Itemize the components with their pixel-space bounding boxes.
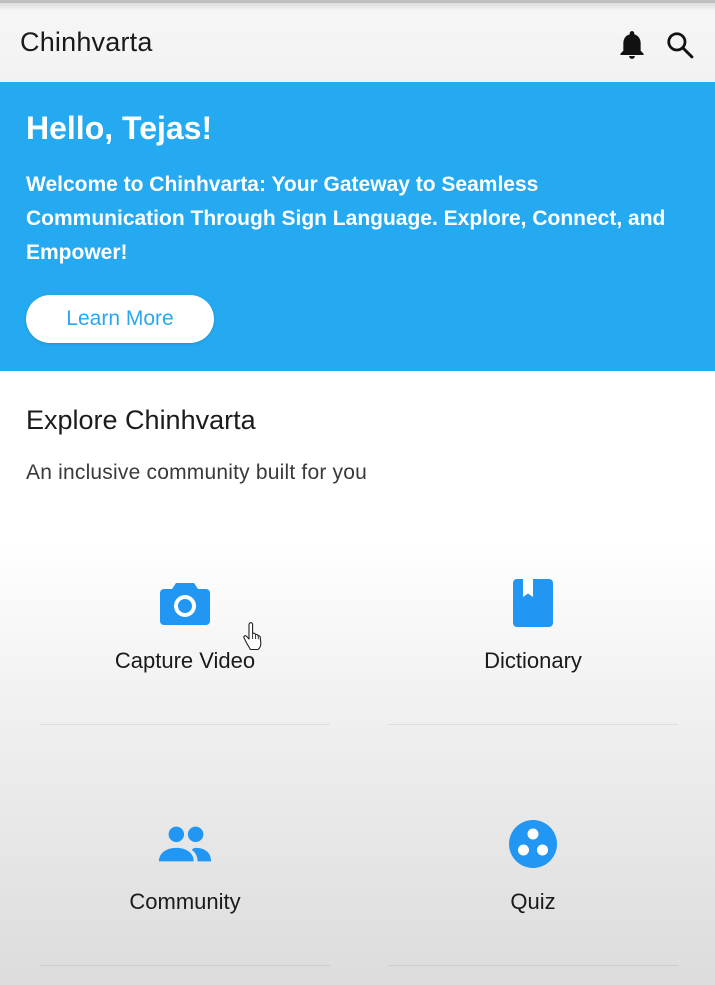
feature-label: Capture Video xyxy=(114,648,256,673)
app-bar: Chinhvarta xyxy=(0,0,715,82)
feature-card-capture-video[interactable]: Capture Video xyxy=(40,545,330,725)
feature-label: Community xyxy=(129,889,241,914)
feature-card-community[interactable]: Community xyxy=(40,786,330,966)
welcome-message: Welcome to Chinhvarta: Your Gateway to S… xyxy=(26,173,666,264)
hand-cursor-icon xyxy=(243,622,262,651)
explore-subtitle: An inclusive community built for you xyxy=(26,461,368,484)
book-icon xyxy=(505,575,561,631)
quiz-icon xyxy=(505,816,561,872)
feature-card-dictionary[interactable]: Dictionary xyxy=(388,545,678,725)
feature-label: Dictionary xyxy=(484,648,582,673)
app-title: Chinhvarta xyxy=(20,27,153,57)
notifications-button[interactable] xyxy=(612,25,652,65)
learn-more-button[interactable]: Learn More xyxy=(26,295,214,343)
card-divider xyxy=(40,724,330,725)
feature-card-quiz[interactable]: Quiz xyxy=(388,786,678,966)
card-divider xyxy=(388,965,678,966)
search-icon xyxy=(667,32,694,59)
screen: Chinhvarta Hello, Tejas! Welcome to Chin… xyxy=(0,0,715,985)
card-divider xyxy=(388,724,678,725)
explore-heading: Explore Chinhvarta xyxy=(26,405,256,435)
bell-icon xyxy=(620,31,644,59)
greeting-heading: Hello, Tejas! xyxy=(26,110,213,146)
feature-label: Quiz xyxy=(510,889,556,914)
search-button[interactable] xyxy=(660,25,700,65)
welcome-banner: Hello, Tejas! Welcome to Chinhvarta: You… xyxy=(0,82,715,371)
people-icon xyxy=(157,816,213,872)
camera-icon xyxy=(157,575,213,631)
card-divider xyxy=(40,965,330,966)
